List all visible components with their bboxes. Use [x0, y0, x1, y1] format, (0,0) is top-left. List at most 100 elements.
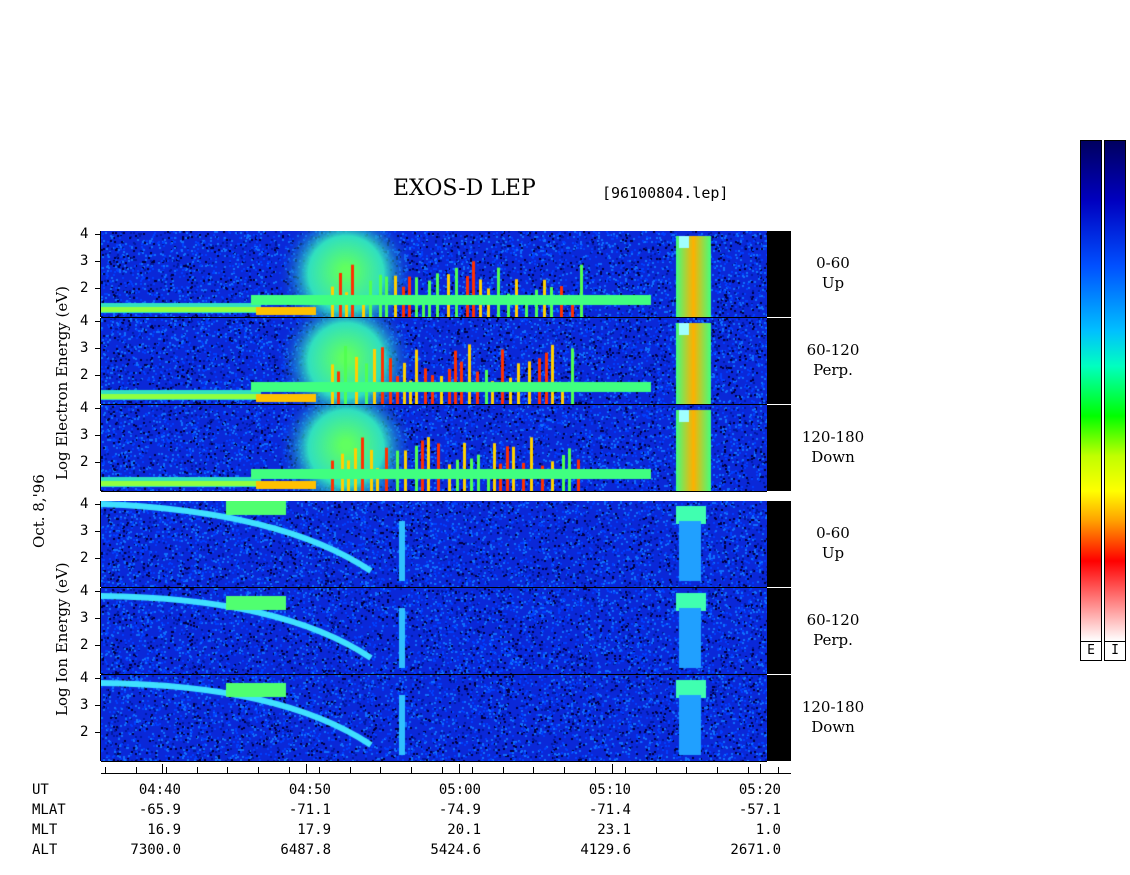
- x-minor-tick: [717, 767, 718, 773]
- y-tick-label: 2: [80, 367, 89, 383]
- y-axis: [100, 318, 101, 404]
- no-data-region: [767, 318, 791, 404]
- x-tick-mlat: -74.9: [438, 802, 481, 818]
- y-axis: [100, 231, 101, 317]
- x-minor-tick: [564, 767, 565, 773]
- pitch-angle-direction: Up: [821, 274, 845, 292]
- x-tick-mlat: -57.1: [738, 802, 781, 818]
- x-tick-alt: 5424.6: [430, 842, 481, 858]
- pitch-angle-range: 60-120: [806, 611, 860, 629]
- x-minor-tick: [380, 767, 381, 773]
- ion-colorbar: [1104, 140, 1126, 642]
- x-minor-tick: [411, 767, 412, 773]
- x-minor-tick: [319, 767, 320, 773]
- x-tick-mlt: 23.1: [597, 822, 631, 838]
- x-minor-tick: [166, 767, 167, 773]
- pitch-angle-label: 60-120 Perp.: [793, 610, 873, 650]
- electron-axis-label: Log Electron Energy (eV): [53, 286, 71, 480]
- no-data-region: [767, 405, 791, 491]
- x-major-tick: [459, 764, 460, 773]
- pitch-angle-direction: Perp.: [813, 631, 853, 649]
- x-major-tick: [306, 764, 307, 773]
- spectrogram-ion-up: [101, 501, 767, 587]
- x-minor-tick: [227, 767, 228, 773]
- pitch-angle-label: 0-60 Up: [793, 523, 873, 563]
- pitch-angle-range: 0-60: [816, 524, 850, 542]
- ion-axis-label: Log Ion Energy (eV): [53, 562, 71, 716]
- pitch-angle-direction: Up: [821, 544, 845, 562]
- x-minor-tick: [136, 767, 137, 773]
- x-minor-tick: [472, 767, 473, 773]
- y-tick-label: 4: [80, 496, 89, 512]
- x-minor-tick: [595, 767, 596, 773]
- spectrogram-electron-up: [101, 231, 767, 317]
- x-tick-mlt: 20.1: [447, 822, 481, 838]
- ion-colorbar-label: I: [1104, 641, 1126, 661]
- x-tick-mlt: 17.9: [297, 822, 331, 838]
- pitch-angle-label: 60-120 Perp.: [793, 340, 873, 380]
- pitch-angle-label: 0-60 Up: [793, 253, 873, 293]
- no-data-region: [767, 231, 791, 317]
- x-minor-tick: [350, 767, 351, 773]
- x-minor-tick: [258, 767, 259, 773]
- y-tick-label: 3: [80, 697, 89, 713]
- x-row-label-mlat: MLAT: [32, 802, 66, 818]
- pitch-angle-direction: Down: [811, 448, 855, 466]
- electron-colorbar-label: E: [1080, 641, 1102, 661]
- panel-separator: [101, 491, 767, 492]
- x-row-label-mlt: MLT: [32, 822, 58, 838]
- x-tick-mlat: -71.4: [588, 802, 631, 818]
- spectrogram-electron-perp: [101, 318, 767, 404]
- x-tick-ut: 05:00: [438, 782, 481, 798]
- y-tick-label: 3: [80, 427, 89, 443]
- x-tick-ut: 05:10: [588, 782, 631, 798]
- y-tick-label: 2: [80, 637, 89, 653]
- no-data-region: [767, 588, 791, 674]
- pitch-angle-direction: Down: [811, 718, 855, 736]
- x-minor-tick: [289, 767, 290, 773]
- y-tick-label: 4: [80, 313, 89, 329]
- x-minor-tick: [748, 767, 749, 773]
- x-minor-tick: [533, 767, 534, 773]
- spectrogram-ion-down: [101, 675, 767, 761]
- panel-separator: [101, 761, 767, 762]
- pitch-angle-range: 120-180: [801, 698, 865, 716]
- x-tick-mlat: -71.1: [288, 802, 331, 818]
- x-row-label-alt: ALT: [32, 842, 58, 858]
- spectrogram-ion-perp: [101, 588, 767, 674]
- y-axis: [100, 501, 101, 587]
- pitch-angle-label: 120-180 Down: [793, 697, 873, 737]
- x-minor-tick: [686, 767, 687, 773]
- x-minor-tick: [105, 767, 106, 773]
- x-minor-tick: [778, 767, 779, 773]
- x-major-tick: [760, 764, 761, 773]
- pitch-angle-label: 120-180 Down: [793, 427, 873, 467]
- y-tick-label: 3: [80, 253, 89, 269]
- y-tick-label: 3: [80, 610, 89, 626]
- y-tick-label: 4: [80, 670, 89, 686]
- y-tick-label: 2: [80, 550, 89, 566]
- no-data-region: [767, 501, 791, 587]
- x-tick-alt: 7300.0: [130, 842, 181, 858]
- spectrogram-electron-down: [101, 405, 767, 491]
- x-tick-mlt: 1.0: [755, 822, 781, 838]
- x-minor-tick: [625, 767, 626, 773]
- pitch-angle-direction: Perp.: [813, 361, 853, 379]
- y-axis: [100, 405, 101, 491]
- bottom-axis: [101, 773, 791, 774]
- chart-title: EXOS-D LEP: [393, 176, 536, 201]
- x-tick-mlat: -65.9: [138, 802, 181, 818]
- x-major-tick: [612, 764, 613, 773]
- pitch-angle-range: 60-120: [806, 341, 860, 359]
- x-tick-ut: 04:50: [288, 782, 331, 798]
- y-tick-label: 4: [80, 226, 89, 242]
- electron-colorbar: [1080, 140, 1102, 642]
- date-label: Oct. 8,'96: [30, 474, 48, 548]
- no-data-region: [767, 675, 791, 761]
- x-minor-tick: [442, 767, 443, 773]
- pitch-angle-range: 120-180: [801, 428, 865, 446]
- y-tick-label: 2: [80, 280, 89, 296]
- y-tick-label: 4: [80, 400, 89, 416]
- x-row-label-ut: UT: [32, 782, 49, 798]
- x-tick-mlt: 16.9: [147, 822, 181, 838]
